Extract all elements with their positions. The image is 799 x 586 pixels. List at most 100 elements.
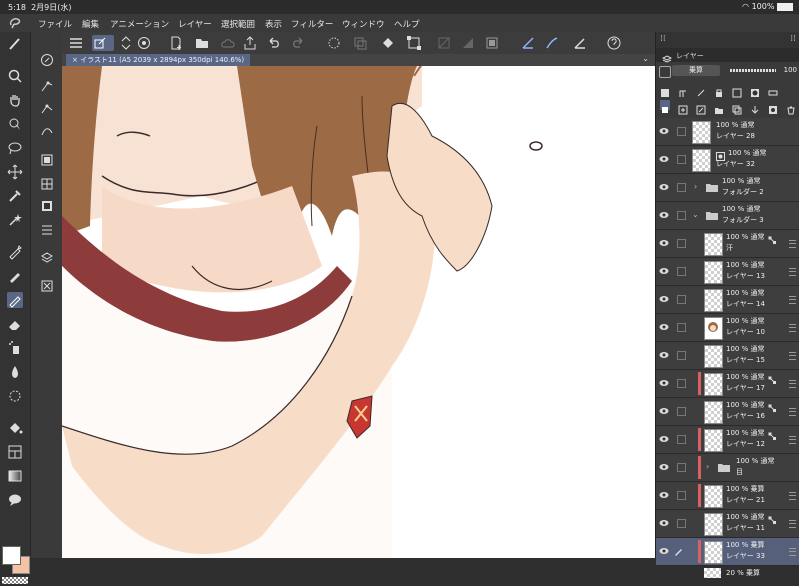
layer-checkbox[interactable] xyxy=(677,267,686,276)
layer-menu-icon[interactable] xyxy=(789,520,796,528)
layer-menu-icon[interactable] xyxy=(789,352,796,360)
zoom-icon[interactable] xyxy=(7,68,23,84)
transform-icon[interactable] xyxy=(406,35,422,51)
layer-checkbox[interactable] xyxy=(677,435,686,444)
pencil-icon[interactable] xyxy=(7,268,23,284)
visibility-eye-icon[interactable] xyxy=(659,435,669,443)
layer-checkbox[interactable] xyxy=(677,295,686,304)
move-icon[interactable] xyxy=(7,164,23,180)
lock-transparent-icon[interactable] xyxy=(732,83,742,98)
layer-row[interactable]: 100 % 乗算 レイヤー 21 xyxy=(656,482,799,510)
reference-layer-icon[interactable] xyxy=(678,83,688,97)
menu-filter[interactable]: フィルター xyxy=(291,18,333,30)
layer-menu-icon[interactable] xyxy=(789,548,796,556)
navigator-icon[interactable] xyxy=(40,198,54,212)
layer-row[interactable]: 100 % 通常 レイヤー 15 xyxy=(656,342,799,370)
layer-menu-icon[interactable] xyxy=(789,296,796,304)
curve-snap-icon[interactable] xyxy=(544,35,560,51)
layer-icon[interactable] xyxy=(40,152,54,166)
eyedropper-icon[interactable] xyxy=(7,188,23,204)
pen-snap-icon[interactable] xyxy=(572,35,588,51)
fill-selection-icon[interactable] xyxy=(460,35,476,51)
folder-row[interactable]: ⌄ 100 % 通常 フォルダー 3 xyxy=(656,202,799,230)
visibility-eye-icon[interactable] xyxy=(659,491,669,499)
app-logo-icon[interactable] xyxy=(8,16,22,30)
clear-selection-icon[interactable] xyxy=(436,35,452,51)
help-icon[interactable] xyxy=(606,35,622,51)
fill-icon[interactable] xyxy=(7,420,23,436)
new-folder-icon[interactable] xyxy=(714,100,724,114)
folder-row[interactable]: › 100 % 通常 フォルダー 2 xyxy=(656,174,799,202)
layer-checkbox[interactable] xyxy=(677,155,686,164)
visibility-eye-icon[interactable] xyxy=(659,155,669,163)
pen-icon[interactable] xyxy=(7,244,23,260)
opacity-slider[interactable] xyxy=(730,69,776,72)
main-color-swatch[interactable] xyxy=(2,546,21,565)
copy-layer-icon[interactable] xyxy=(732,100,742,115)
layer-row[interactable]: 100 % 通常 レイヤー 16 xyxy=(656,398,799,426)
clip-below-icon[interactable] xyxy=(660,83,670,97)
layer-checkbox[interactable] xyxy=(677,407,686,416)
deselect-icon[interactable] xyxy=(326,35,342,51)
lock-icon[interactable] xyxy=(714,83,724,97)
layer-menu-icon[interactable] xyxy=(789,240,796,248)
redo-icon[interactable] xyxy=(290,35,306,51)
layer-row-partial[interactable]: 20 % 乗算 xyxy=(656,566,799,578)
layer-checkbox[interactable] xyxy=(677,351,686,360)
layer-row-selected[interactable]: 100 % 乗算 レイヤー 33 xyxy=(656,538,799,566)
undo-icon[interactable] xyxy=(266,35,282,51)
layer-mask-create-icon[interactable] xyxy=(768,100,778,114)
blend-icon[interactable] xyxy=(7,364,23,380)
hamburger-menu-icon[interactable] xyxy=(68,35,84,51)
drawing-canvas[interactable] xyxy=(62,66,655,558)
layer-row[interactable]: 100 % 通常 レイヤー 28 xyxy=(656,118,799,146)
menu-edit[interactable]: 編集 xyxy=(82,18,99,30)
layer-row[interactable]: 100 % 通常 汗 xyxy=(656,230,799,258)
delete-layer-icon[interactable] xyxy=(786,100,796,115)
document-tab[interactable]: × イラスト11 (A5 2039 x 2894px 350dpi 140.6%… xyxy=(66,54,251,66)
layer-row[interactable]: 100 % 通常 レイヤー 32 xyxy=(656,146,799,174)
layer-menu-icon[interactable] xyxy=(789,324,796,332)
opacity-value[interactable]: 100 xyxy=(784,66,797,74)
settings-wheel-icon[interactable] xyxy=(136,35,152,51)
menu-layer[interactable]: レイヤー xyxy=(178,18,212,30)
material-icon[interactable] xyxy=(40,176,54,190)
layer-select-icon[interactable] xyxy=(660,100,670,113)
layer-tab[interactable]: レイヤー xyxy=(656,48,799,63)
layer-property-icon[interactable] xyxy=(40,250,54,264)
visibility-eye-icon[interactable] xyxy=(659,547,669,555)
ruler-icon[interactable] xyxy=(768,83,778,96)
layer-row[interactable]: 100 % 通常 レイヤー 12 xyxy=(656,426,799,454)
object-select-icon[interactable] xyxy=(7,116,23,132)
menu-view[interactable]: 表示 xyxy=(265,18,282,30)
visibility-eye-icon[interactable] xyxy=(659,211,669,219)
visibility-eye-icon[interactable] xyxy=(659,267,669,275)
layer-menu-icon[interactable] xyxy=(789,268,796,276)
layer-menu-icon[interactable] xyxy=(789,492,796,500)
layer-checkbox[interactable] xyxy=(677,379,686,388)
menu-selection[interactable]: 選択範囲 xyxy=(221,18,255,30)
hand-icon[interactable] xyxy=(7,92,23,108)
close-sub-icon[interactable] xyxy=(40,278,54,292)
sub-view-icon[interactable] xyxy=(40,222,54,236)
menu-file[interactable]: ファイル xyxy=(38,18,72,30)
vector-width-icon[interactable] xyxy=(40,122,54,136)
visibility-eye-icon[interactable] xyxy=(659,295,669,303)
export-icon[interactable] xyxy=(242,35,258,51)
visibility-eye-icon[interactable] xyxy=(659,239,669,247)
blend-mode-select[interactable]: 乗算 xyxy=(672,65,720,76)
fill-bucket-icon[interactable] xyxy=(380,35,396,51)
updown-icon[interactable] xyxy=(118,35,131,51)
auto-select-wand-icon[interactable] xyxy=(7,212,23,228)
cloud-save-icon[interactable] xyxy=(220,35,236,51)
vector-point-icon[interactable] xyxy=(40,100,54,114)
panel-grip-icon[interactable]: ⁞⁞ xyxy=(660,34,666,44)
layer-row[interactable]: 100 % 通常 レイヤー 17 xyxy=(656,370,799,398)
layer-row[interactable]: 100 % 通常 レイヤー 10 xyxy=(656,314,799,342)
transparent-color-swatch[interactable] xyxy=(2,577,28,584)
color-swatches[interactable] xyxy=(2,544,30,586)
chevron-right-icon[interactable]: › xyxy=(694,182,697,191)
layer-checkbox[interactable] xyxy=(677,463,686,472)
ruler-snap-icon[interactable] xyxy=(520,35,536,51)
new-vector-icon[interactable] xyxy=(696,100,706,115)
